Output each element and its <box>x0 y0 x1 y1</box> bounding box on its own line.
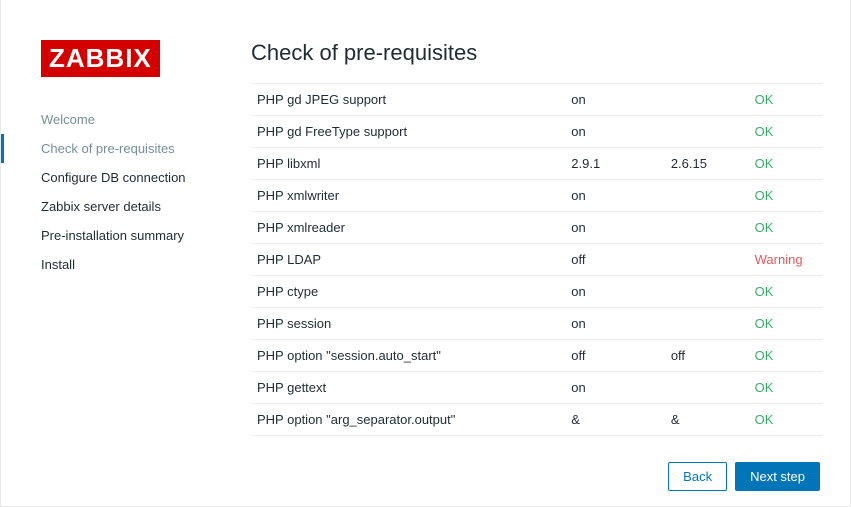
status-ok-label: OK <box>755 316 774 331</box>
requirement-required <box>665 372 749 404</box>
status-ok-label: OK <box>755 124 774 139</box>
main-content: Check of pre-requisites PHP gd PNG suppo… <box>236 0 850 506</box>
nav-item-label: Check of pre-requisites <box>41 141 175 156</box>
requirement-current: on <box>565 116 665 148</box>
requirement-name: PHP ctype <box>251 276 565 308</box>
status-warning-label: Warning <box>755 252 803 267</box>
requirement-status: OK <box>749 148 822 180</box>
requirement-required: & <box>665 404 749 436</box>
setup-container: ZABBIX Welcome Check of pre-requisites Con… <box>0 0 851 507</box>
requirement-name: PHP LDAP <box>251 244 565 276</box>
status-ok-label: OK <box>755 92 774 107</box>
requirement-row: PHP gd JPEG supporton OK <box>251 84 822 116</box>
requirement-row: PHP sessionon OK <box>251 308 822 340</box>
nav-item-label: Zabbix server details <box>41 199 161 214</box>
requirement-current: 2.9.1 <box>565 148 665 180</box>
requirement-row: PHP gd FreeType supporton OK <box>251 116 822 148</box>
nav-item[interactable]: Welcome <box>1 105 236 134</box>
requirement-status: OK <box>749 340 822 372</box>
requirement-row: PHP LDAPoff Warning <box>251 244 822 276</box>
nav-item[interactable]: Pre-installation summary <box>1 221 236 250</box>
requirement-required <box>665 180 749 212</box>
requirement-name: PHP gd FreeType support <box>251 116 565 148</box>
requirement-row: PHP libxml2.9.12.6.15 OK <box>251 148 822 180</box>
requirement-row: PHP xmlwriteron OK <box>251 180 822 212</box>
requirement-current: on <box>565 180 665 212</box>
requirement-current: on <box>565 308 665 340</box>
status-ok-label: OK <box>755 412 774 427</box>
requirement-required <box>665 212 749 244</box>
requirements-scroll[interactable]: PHP gd PNG supportonOKPHP gd JPEG suppor… <box>251 81 830 436</box>
requirement-required <box>665 84 749 116</box>
requirement-status: OK <box>749 372 822 404</box>
nav-item[interactable]: Configure DB connection <box>1 163 236 192</box>
nav-item-label: Configure DB connection <box>41 170 186 185</box>
requirement-status: OK <box>749 276 822 308</box>
requirement-name: PHP option "arg_separator.output" <box>251 404 565 436</box>
requirement-row: PHP gettexton OK <box>251 372 822 404</box>
status-ok-label: OK <box>755 348 774 363</box>
requirement-name: PHP option "session.auto_start" <box>251 340 565 372</box>
logo: ZABBIX <box>41 40 160 77</box>
status-ok-label: OK <box>755 380 774 395</box>
requirement-current: & <box>565 404 665 436</box>
requirement-status: OK <box>749 84 822 116</box>
requirement-status: OK <box>749 404 822 436</box>
requirement-required: off <box>665 340 749 372</box>
sidebar: ZABBIX Welcome Check of pre-requisites Con… <box>1 0 236 506</box>
status-ok-label: OK <box>755 284 774 299</box>
nav-item[interactable]: Check of pre-requisites <box>1 134 236 163</box>
next-step-button[interactable]: Next step <box>735 462 820 491</box>
status-ok-label: OK <box>755 188 774 203</box>
requirements-table: PHP gd PNG supportonOKPHP gd JPEG suppor… <box>251 81 822 436</box>
requirement-row: PHP ctypeon OK <box>251 276 822 308</box>
requirement-required <box>665 276 749 308</box>
nav-item[interactable]: Zabbix server details <box>1 192 236 221</box>
requirement-required <box>665 244 749 276</box>
requirement-row: PHP option "arg_separator.output"&&OK <box>251 404 822 436</box>
requirement-required: 2.6.15 <box>665 148 749 180</box>
requirement-status: OK <box>749 180 822 212</box>
requirement-required <box>665 308 749 340</box>
requirement-status: OK <box>749 212 822 244</box>
requirement-name: PHP session <box>251 308 565 340</box>
requirement-current: off <box>565 340 665 372</box>
status-ok-label: OK <box>755 156 774 171</box>
requirement-name: PHP gd JPEG support <box>251 84 565 116</box>
nav-item-label: Pre-installation summary <box>41 228 184 243</box>
requirement-row: PHP xmlreaderon OK <box>251 212 822 244</box>
back-button[interactable]: Back <box>668 462 727 491</box>
requirement-required <box>665 116 749 148</box>
requirement-status: OK <box>749 308 822 340</box>
requirement-status: OK <box>749 116 822 148</box>
requirement-current: on <box>565 84 665 116</box>
page-title: Check of pre-requisites <box>251 40 850 66</box>
requirement-name: PHP gettext <box>251 372 565 404</box>
requirement-current: off <box>565 244 665 276</box>
nav-item-label: Install <box>41 257 75 272</box>
requirement-row: PHP option "session.auto_start"offoffOK <box>251 340 822 372</box>
nav-item[interactable]: Install <box>1 250 236 279</box>
requirements-wrapper: PHP gd PNG supportonOKPHP gd JPEG suppor… <box>251 81 830 447</box>
status-ok-label: OK <box>755 220 774 235</box>
requirement-current: on <box>565 276 665 308</box>
requirement-name: PHP libxml <box>251 148 565 180</box>
button-bar: Back Next step <box>251 447 850 506</box>
requirement-current: on <box>565 212 665 244</box>
requirement-current: on <box>565 372 665 404</box>
requirement-name: PHP xmlreader <box>251 212 565 244</box>
requirement-status: Warning <box>749 244 822 276</box>
nav-item-label: Welcome <box>41 112 95 127</box>
requirement-name: PHP xmlwriter <box>251 180 565 212</box>
nav-list: Welcome Check of pre-requisites Configure … <box>1 105 236 279</box>
